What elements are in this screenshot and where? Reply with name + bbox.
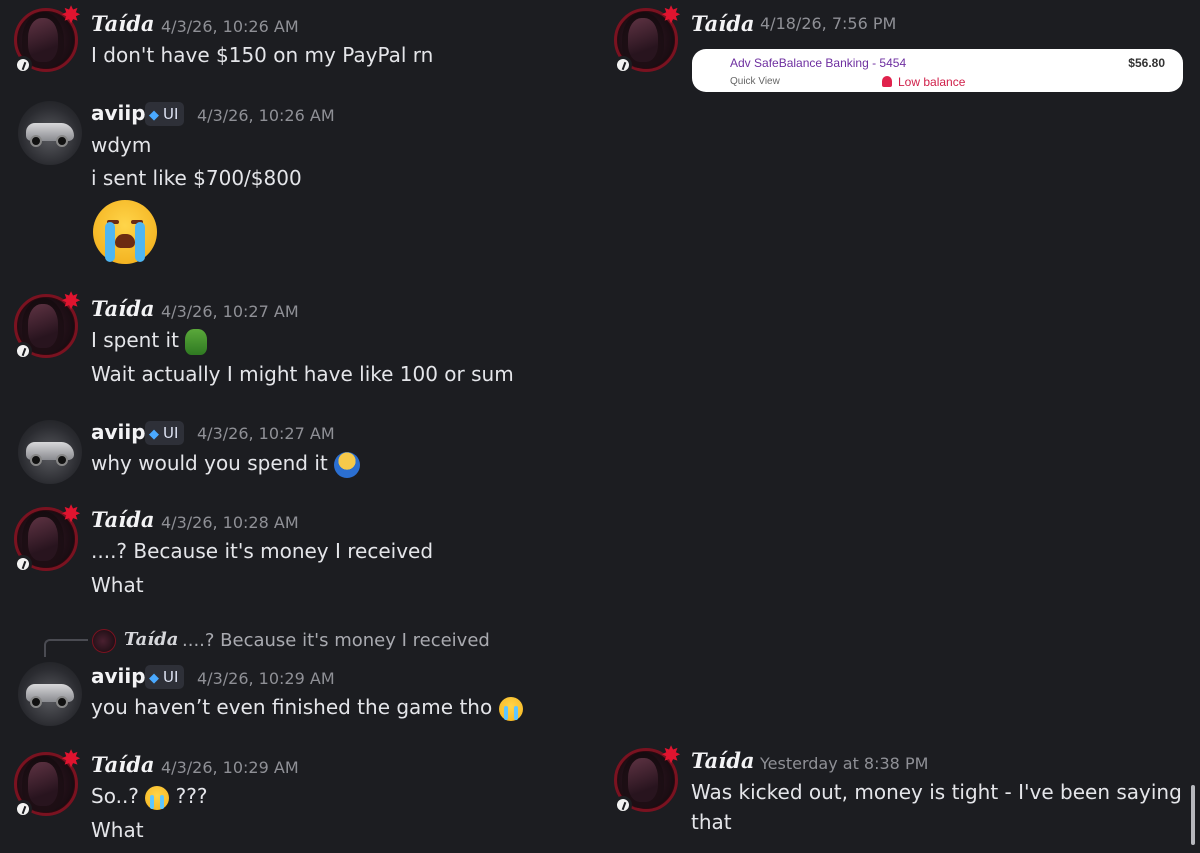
role-badge[interactable]: ◆ UI: [145, 421, 185, 445]
scrollbar[interactable]: [1191, 785, 1195, 845]
timestamp: 4/18/26, 7:56 PM: [760, 14, 897, 33]
message-text: i sent like $700/$800: [91, 166, 302, 190]
author-name[interactable]: Taída: [691, 11, 755, 36]
status-icon: [614, 796, 632, 814]
reply-preview[interactable]: ....? Because it's money I received: [182, 630, 490, 651]
author-name[interactable]: Taída: [91, 296, 155, 321]
account-balance: $56.80: [1128, 56, 1165, 70]
author-name[interactable]: aviip: [91, 420, 146, 444]
message-text: I don't have $150 on my PayPal rn: [91, 43, 434, 67]
account-name: Adv SafeBalance Banking - 5454: [730, 56, 907, 70]
author-name[interactable]: Taída: [91, 507, 155, 532]
taida-avatar[interactable]: ✸: [614, 2, 681, 74]
pepe-frog-icon: [185, 328, 208, 355]
quick-view-label: Quick View: [730, 76, 780, 87]
message-text: What: [91, 818, 144, 842]
role-badge[interactable]: ◆ UI: [145, 102, 185, 126]
badge-label: UI: [163, 105, 179, 123]
loudly-crying-face-icon: [93, 200, 157, 264]
taida-avatar[interactable]: ✸: [14, 288, 81, 360]
timestamp: 4/3/26, 10:28 AM: [161, 513, 299, 532]
avatar-face: [28, 18, 58, 62]
message-text: ....? Because it's money I received: [91, 539, 434, 563]
timestamp: Yesterday at 8:38 PM: [760, 754, 929, 773]
taida-avatar[interactable]: ✸: [614, 742, 681, 814]
taida-avatar[interactable]: ✸: [14, 501, 81, 573]
diamond-icon: ◆: [149, 108, 159, 123]
badge-label: UI: [163, 668, 179, 686]
star-badge-icon: ✸: [60, 500, 82, 528]
author-name[interactable]: Taída: [91, 11, 155, 36]
author-name[interactable]: Taída: [691, 748, 755, 773]
timestamp: 4/3/26, 10:29 AM: [161, 758, 299, 777]
author-name[interactable]: Taída: [91, 752, 155, 777]
star-badge-icon: ✸: [60, 287, 82, 315]
car-wheel: [30, 135, 42, 147]
message-text: that: [691, 810, 732, 834]
bank-quickview-image[interactable]: Adv SafeBalance Banking - 5454 $56.80 Qu…: [692, 49, 1183, 92]
status-icon: [14, 342, 32, 360]
aviip-avatar[interactable]: [18, 101, 82, 165]
role-badge[interactable]: ◆ UI: [145, 665, 185, 689]
message-text: I spent it: [91, 328, 208, 355]
message-text: you haven’t even finished the game tho: [91, 695, 523, 721]
loudly-crying-face-icon: [498, 696, 523, 721]
car-wheel: [56, 135, 68, 147]
star-badge-icon: ✸: [60, 745, 82, 773]
timestamp: 4/3/26, 10:27 AM: [161, 302, 299, 321]
star-badge-icon: ✸: [60, 1, 82, 29]
author-name[interactable]: aviip: [91, 664, 146, 688]
reply-author[interactable]: Taída: [124, 629, 178, 650]
star-badge-icon: ✸: [660, 1, 682, 29]
message-text: Wait actually I might have like 100 or s…: [91, 362, 514, 386]
low-balance-alert: Low balance: [882, 75, 965, 89]
timestamp: 4/3/26, 10:26 AM: [161, 17, 299, 36]
status-icon: [14, 56, 32, 74]
reply-avatar[interactable]: [92, 629, 116, 653]
message-text: wdym: [91, 133, 152, 157]
bell-icon: [882, 76, 892, 87]
taida-avatar[interactable]: ✸: [14, 2, 81, 74]
status-icon: [14, 555, 32, 573]
star-badge-icon: ✸: [660, 741, 682, 769]
taida-avatar[interactable]: ✸: [14, 746, 81, 818]
message-text: Was kicked out, money is tight - I've be…: [691, 780, 1182, 804]
diamond-icon: ◆: [149, 427, 159, 442]
timestamp: 4/3/26, 10:27 AM: [197, 424, 335, 443]
chat-screen: ✸ Taída 4/3/26, 10:26 AM I don't have $1…: [0, 0, 1200, 853]
author-name[interactable]: aviip: [91, 101, 146, 125]
timestamp: 4/3/26, 10:29 AM: [197, 669, 335, 688]
status-icon: [614, 56, 632, 74]
message-text: What: [91, 573, 144, 597]
aviip-avatar[interactable]: [18, 420, 82, 484]
diamond-icon: ◆: [149, 671, 159, 686]
facepalm-icon: [334, 451, 361, 478]
status-icon: [14, 800, 32, 818]
message-text: why would you spend it: [91, 451, 361, 478]
loudly-crying-face-icon: [145, 785, 170, 810]
badge-label: UI: [163, 424, 179, 442]
timestamp: 4/3/26, 10:26 AM: [197, 106, 335, 125]
aviip-avatar[interactable]: [18, 662, 82, 726]
reply-connector: [44, 639, 88, 657]
message-text: So..? ???: [91, 784, 208, 810]
